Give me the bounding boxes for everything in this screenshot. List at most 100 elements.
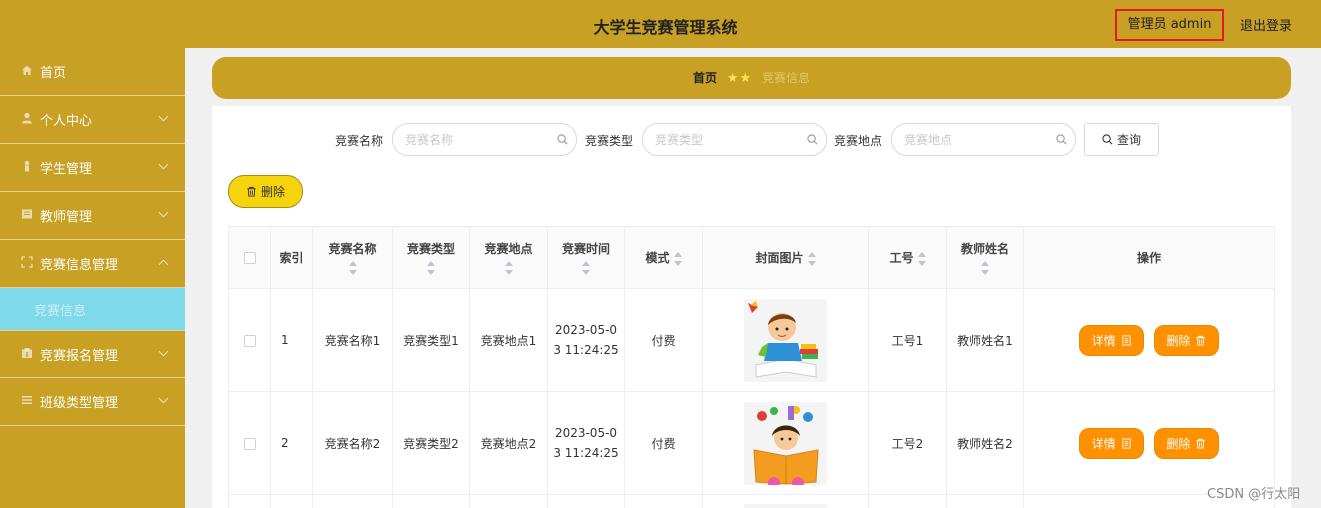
- sidebar-item-home[interactable]: 首页: [0, 48, 185, 96]
- cell-mode: 付费: [624, 391, 703, 495]
- user-icon: [20, 112, 34, 127]
- cell-place: 竞赛地点2: [469, 391, 548, 495]
- row-delete-button[interactable]: 删除: [1153, 324, 1219, 356]
- trash-icon: [247, 186, 256, 197]
- sort-icon[interactable]: [807, 251, 816, 266]
- sidebar-item-label: 学生管理: [40, 162, 93, 177]
- competition-type-field[interactable]: [642, 123, 827, 156]
- cell-index: 2: [270, 391, 313, 495]
- row-checkbox[interactable]: [243, 437, 256, 450]
- chevron-down-icon: [158, 159, 169, 170]
- cell-job-no: 工号1: [868, 288, 947, 392]
- chevron-down-icon: [158, 111, 169, 122]
- cell-time: 2023-05-03 11:24:25: [553, 323, 619, 357]
- current-user-label[interactable]: 管理员 admin: [1115, 9, 1224, 41]
- table-header-row: 索引 竞赛名称 竞赛类型 竞赛地点 竞赛时间 模式 封面图片 工号 教师姓名 操…: [228, 226, 1275, 289]
- competition-place-input[interactable]: [904, 124, 1054, 155]
- competition-place-field[interactable]: [891, 123, 1076, 156]
- batch-delete-button[interactable]: 删除: [228, 175, 303, 208]
- chevron-down-icon: [158, 259, 169, 270]
- search-bar: 竞赛名称 竞赛类型 竞赛地点 查询: [212, 123, 1291, 157]
- watermark: CSDN @行太阳: [1207, 487, 1301, 502]
- column-header: 索引: [270, 226, 313, 289]
- sidebar-item-class-type-management[interactable]: 班级类型管理: [0, 378, 185, 426]
- column-header[interactable]: 封面图片: [702, 226, 869, 289]
- column-header[interactable]: 工号: [868, 226, 947, 289]
- breadcrumb-current: 竞赛信息: [761, 71, 810, 85]
- sort-icon[interactable]: [348, 261, 357, 275]
- cell-name: 竞赛名称1: [312, 288, 393, 392]
- sort-icon[interactable]: [427, 261, 435, 275]
- trash-icon: [1196, 438, 1206, 449]
- search-icon: [807, 134, 818, 145]
- list-icon: [20, 394, 34, 409]
- detail-button[interactable]: 详情: [1079, 427, 1145, 459]
- column-header[interactable]: 竞赛地点: [469, 226, 548, 289]
- content-panel: 竞赛名称 竞赛类型 竞赛地点 查询 删除: [212, 106, 1291, 508]
- cell-mode: 付费: [624, 288, 703, 392]
- competition-type-input[interactable]: [655, 124, 805, 155]
- sort-icon[interactable]: [582, 261, 590, 275]
- row-checkbox[interactable]: [243, 334, 256, 347]
- top-header: 大学生竞赛管理系统 管理员 admin 退出登录: [0, 0, 1321, 48]
- sidebar-item-personal-center[interactable]: 个人中心: [0, 96, 185, 144]
- sidebar-item-student-management[interactable]: 学生管理: [0, 144, 185, 192]
- sort-icon[interactable]: [504, 261, 513, 275]
- competition-name-input[interactable]: [405, 124, 555, 155]
- competition-table: 索引 竞赛名称 竞赛类型 竞赛地点 竞赛时间 模式 封面图片 工号 教师姓名 操…: [228, 226, 1275, 508]
- competition-place-label: 竞赛地点: [834, 134, 883, 148]
- logout-link[interactable]: 退出登录: [1240, 15, 1292, 34]
- column-header[interactable]: 教师姓名: [946, 226, 1024, 289]
- sidebar-item-label: 个人中心: [40, 114, 93, 129]
- cover-image-girl-reading[interactable]: [744, 401, 827, 485]
- cell-place: 竞赛地点1: [469, 288, 548, 392]
- chevron-down-icon: [158, 207, 169, 218]
- sidebar-item-label: 班级类型管理: [40, 396, 119, 411]
- sort-icon[interactable]: [673, 251, 682, 266]
- cell-index: 1: [270, 288, 313, 392]
- frame-icon: [20, 256, 34, 271]
- breadcrumb: 首页 ★★ 竞赛信息: [212, 57, 1291, 99]
- sidebar-subitem-competition-info[interactable]: 竞赛信息: [0, 288, 185, 330]
- home-icon: [20, 64, 34, 79]
- search-icon: [1102, 134, 1113, 145]
- column-header[interactable]: 竞赛名称: [312, 226, 393, 289]
- document-icon: [1121, 334, 1131, 346]
- cover-image-boy-reading[interactable]: [744, 298, 827, 382]
- trash-icon: [1196, 335, 1206, 346]
- sort-icon[interactable]: [917, 251, 926, 266]
- column-header[interactable]: 竞赛类型: [392, 226, 470, 289]
- sidebar-item-teacher-management[interactable]: 教师管理: [0, 192, 185, 240]
- sidebar: 首页 个人中心 学生管理 教师管理 竞赛信息管理 竞赛信息 竞赛报名管理 班级类…: [0, 48, 185, 508]
- chevron-down-icon: [158, 393, 169, 404]
- query-button[interactable]: 查询: [1084, 123, 1159, 156]
- column-header[interactable]: 模式: [624, 226, 703, 289]
- detail-button[interactable]: 详情: [1079, 324, 1145, 356]
- row-delete-button[interactable]: 删除: [1153, 427, 1219, 459]
- select-all-cell[interactable]: [228, 226, 271, 289]
- sidebar-item-label: 竞赛信息管理: [40, 258, 119, 273]
- table-row: 1 竞赛名称1 竞赛类型1 竞赛地点1 2023-05-03 11:24:25 …: [228, 288, 1275, 392]
- register-icon: [20, 347, 34, 362]
- sidebar-item-label: 竞赛报名管理: [40, 348, 119, 364]
- competition-name-field[interactable]: [392, 123, 577, 156]
- sidebar-item-competition-info-management[interactable]: 竞赛信息管理: [0, 240, 185, 288]
- student-icon: [20, 160, 34, 175]
- sort-icon[interactable]: [981, 261, 989, 275]
- cell-name: 竞赛名称2: [312, 391, 393, 495]
- sidebar-item-label: 竞赛信息: [34, 303, 87, 319]
- column-header: 操作: [1023, 226, 1275, 289]
- document-icon: [1121, 437, 1131, 449]
- select-all-checkbox[interactable]: [243, 252, 256, 264]
- cell-time: 2023-05-03 11:24:25: [553, 426, 619, 460]
- batch-delete-label: 删除: [260, 185, 285, 199]
- column-header[interactable]: 竞赛时间: [547, 226, 625, 289]
- search-icon: [1056, 134, 1067, 145]
- sidebar-item-registration-management[interactable]: 竞赛报名管理: [0, 330, 185, 378]
- query-button-label: 查询: [1116, 133, 1141, 147]
- cell-teacher: 教师姓名2: [946, 391, 1024, 495]
- breadcrumb-home[interactable]: 首页: [693, 71, 717, 85]
- sidebar-item-label: 教师管理: [40, 210, 93, 225]
- cell-type: 竞赛类型1: [392, 288, 470, 392]
- cell-teacher: 教师姓名1: [946, 288, 1024, 392]
